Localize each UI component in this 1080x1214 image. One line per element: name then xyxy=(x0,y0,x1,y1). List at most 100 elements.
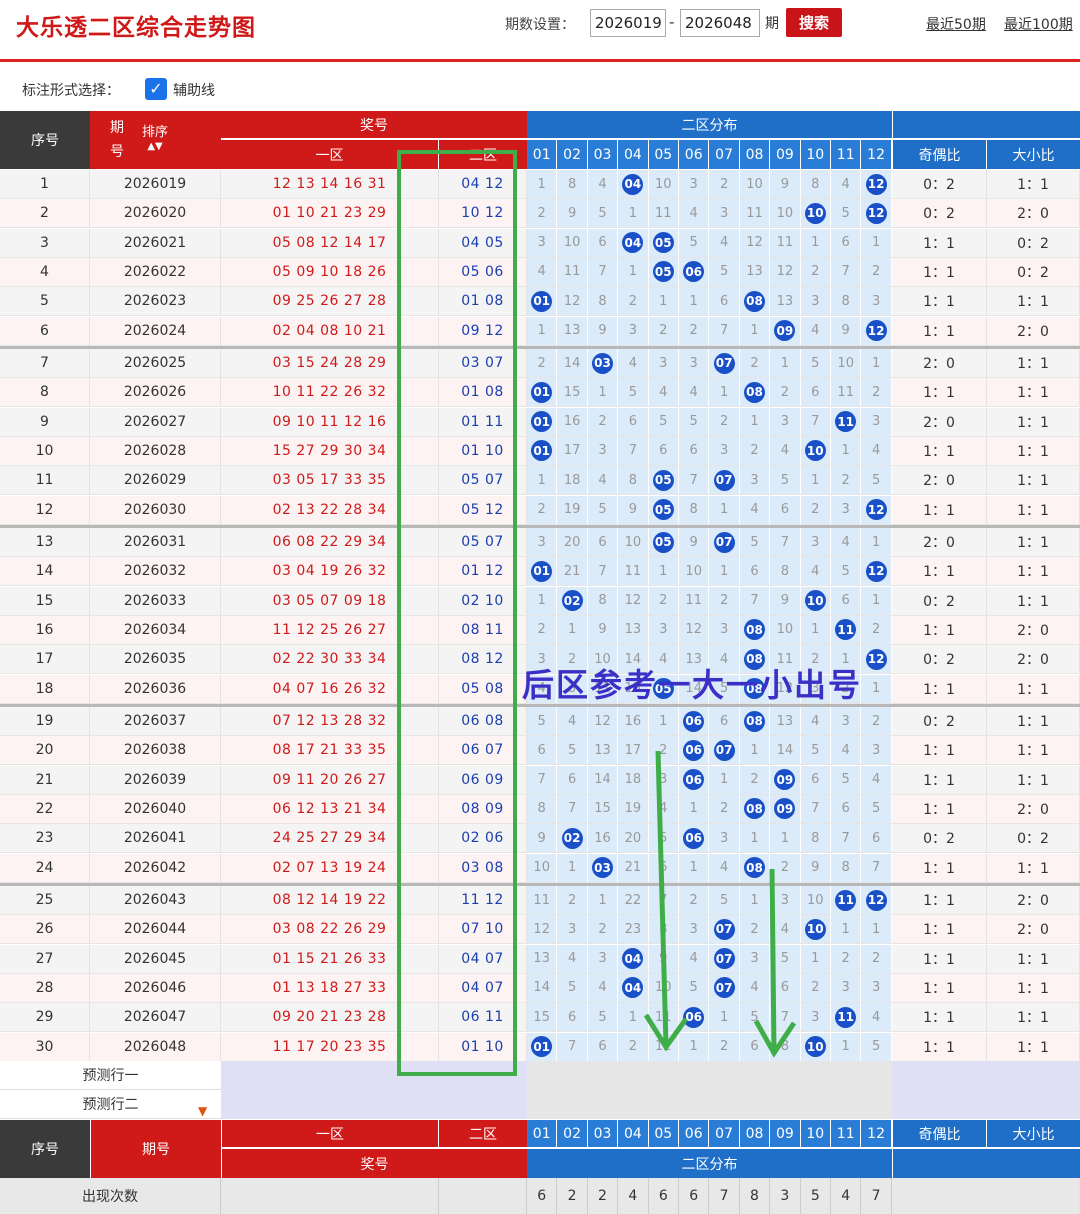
table-row: 21 2026039 09 11 20 26 27 06 09 7 6 14 18 3 06 1 2 0… xyxy=(0,765,1080,795)
footer-num-03: 03 xyxy=(587,1120,619,1148)
dist-cell: 8 xyxy=(831,287,862,316)
dist-cell: 5 xyxy=(709,886,740,914)
drawn-ball: 08 xyxy=(743,619,765,641)
dist-cell: 3 xyxy=(739,466,771,495)
dist-cell: 6 xyxy=(800,378,831,407)
predict-row-1-input[interactable] xyxy=(221,1061,527,1090)
dist-cell: 12 xyxy=(618,586,649,615)
footer-num-10: 10 xyxy=(800,1120,831,1148)
dist-cell: 01 xyxy=(527,287,558,316)
dist-cell: 4 xyxy=(861,1003,892,1032)
dist-cell: 4 xyxy=(739,973,771,1002)
predict-row-2-input[interactable] xyxy=(221,1090,527,1119)
dist-cell: 4 xyxy=(557,944,588,973)
drawn-ball: 01 xyxy=(531,1036,553,1057)
drawn-ball: 06 xyxy=(683,710,705,732)
dist-cell: 06 xyxy=(679,1003,710,1032)
row-zone2-numbers: 02 06 xyxy=(439,824,527,853)
dist-cell: 1 xyxy=(831,436,862,465)
dist-cell: 1 xyxy=(831,915,862,944)
recent-50-link[interactable]: 最近50期 xyxy=(926,14,986,34)
row-big-small: 2：0 xyxy=(987,645,1080,674)
end-period-input[interactable] xyxy=(680,9,760,37)
dist-cell: 5 xyxy=(679,407,710,436)
dist-cell: 1 xyxy=(800,466,831,495)
predict-row-1-dist[interactable] xyxy=(527,1061,892,1090)
predict-row-2: 预测行二 ▼ xyxy=(0,1090,1080,1119)
row-big-small: 0：2 xyxy=(987,257,1080,286)
drawn-ball: 02 xyxy=(561,827,583,849)
row-zone2-numbers: 01 11 xyxy=(439,407,527,436)
dist-cell: 1 xyxy=(739,824,771,853)
drawn-ball: 04 xyxy=(622,232,644,254)
table-row: 22 2026040 06 12 13 21 34 08 09 8 7 15 19 4 1 2 08 0… xyxy=(0,794,1080,824)
dist-cell: 11 xyxy=(831,378,862,407)
dist-cell: 4 xyxy=(800,557,831,586)
dist-cell: 1 xyxy=(861,674,892,703)
table-row: 30 2026048 11 17 20 23 35 01 10 01 7 6 2 12 1 2 6 8 1… xyxy=(0,1032,1080,1062)
dist-cell: 8 xyxy=(800,170,831,198)
row-zone2-numbers: 04 07 xyxy=(439,944,527,973)
row-zone2-numbers: 06 08 xyxy=(439,707,527,735)
start-period-input[interactable] xyxy=(590,9,666,37)
aux-line-checkbox[interactable]: ✓ xyxy=(145,78,167,100)
dist-cell: 7 xyxy=(679,466,710,495)
dist-cell: 3 xyxy=(709,615,740,644)
dist-cell: 16 xyxy=(587,824,619,853)
dist-cell: 08 xyxy=(739,615,771,644)
footer-big-small: 大小比 xyxy=(987,1120,1080,1148)
row-period: 2026042 xyxy=(90,853,221,882)
header-distribution: 二区分布 xyxy=(527,111,892,139)
row-zone1-numbers: 09 11 20 26 27 xyxy=(221,765,439,794)
row-zone1-numbers: 15 27 29 30 34 xyxy=(221,436,439,465)
row-zone1-numbers: 07 12 13 28 32 xyxy=(221,707,439,735)
dist-cell: 5 xyxy=(679,228,710,257)
row-zone2-numbers: 05 07 xyxy=(439,466,527,495)
dist-cell: 9 xyxy=(800,853,831,882)
dist-cell: 1 xyxy=(770,349,801,377)
expand-arrow-icon[interactable]: ▼ xyxy=(198,1104,207,1118)
dist-cell: 19 xyxy=(618,794,649,823)
dist-cell: 1 xyxy=(861,586,892,615)
drawn-ball: 06 xyxy=(683,1006,705,1028)
recent-100-link[interactable]: 最近100期 xyxy=(1004,14,1073,34)
dist-cell: 18 xyxy=(557,466,588,495)
dist-cell: 2 xyxy=(587,915,619,944)
row-odd-even: 1：1 xyxy=(892,886,987,914)
dist-cell: 9 xyxy=(679,528,710,556)
dist-cell: 6 xyxy=(618,407,649,436)
footer-num-07: 07 xyxy=(709,1120,740,1148)
row-big-small: 2：0 xyxy=(987,316,1080,345)
header-num-10: 10 xyxy=(800,140,831,169)
dist-cell: 7 xyxy=(709,316,740,345)
dist-cell: 14 xyxy=(770,736,801,765)
search-button[interactable]: 搜索 xyxy=(786,8,842,37)
dist-cell: 3 xyxy=(831,707,862,735)
row-zone2-numbers: 08 11 xyxy=(439,615,527,644)
predict-row-2-dist[interactable] xyxy=(527,1090,892,1119)
dist-cell: 1 xyxy=(739,736,771,765)
row-zone1-numbers: 03 04 19 26 32 xyxy=(221,557,439,586)
row-period: 2026035 xyxy=(90,645,221,674)
dist-cell: 3 xyxy=(831,973,862,1002)
dist-cell: 11 xyxy=(648,1003,679,1032)
dist-cell: 3 xyxy=(831,495,862,524)
dist-cell: 12 xyxy=(861,199,892,228)
dist-cell: 1 xyxy=(648,557,679,586)
dist-cell: 6 xyxy=(587,228,619,257)
dist-cell: 15 xyxy=(527,1003,558,1032)
header-period-sort[interactable]: 期 号 排序 ▲▼ xyxy=(90,111,221,169)
row-zone2-numbers: 08 12 xyxy=(439,645,527,674)
drawn-ball: 10 xyxy=(804,440,826,462)
dist-cell: 3 xyxy=(648,349,679,377)
row-big-small: 2：0 xyxy=(987,615,1080,644)
row-index: 29 xyxy=(0,1003,90,1032)
dist-cell: 1 xyxy=(739,407,771,436)
dist-cell: 11 xyxy=(770,228,801,257)
dist-cell: 6 xyxy=(648,853,679,882)
dist-cell: 7 xyxy=(557,794,588,823)
stats-count: 2 xyxy=(588,1178,619,1214)
header-big-small: 大小比 xyxy=(987,140,1080,169)
table-row: 15 2026033 03 05 07 09 18 02 10 1 02 8 12 2 11 2 7 9… xyxy=(0,586,1080,616)
row-big-small: 1：1 xyxy=(987,349,1080,377)
